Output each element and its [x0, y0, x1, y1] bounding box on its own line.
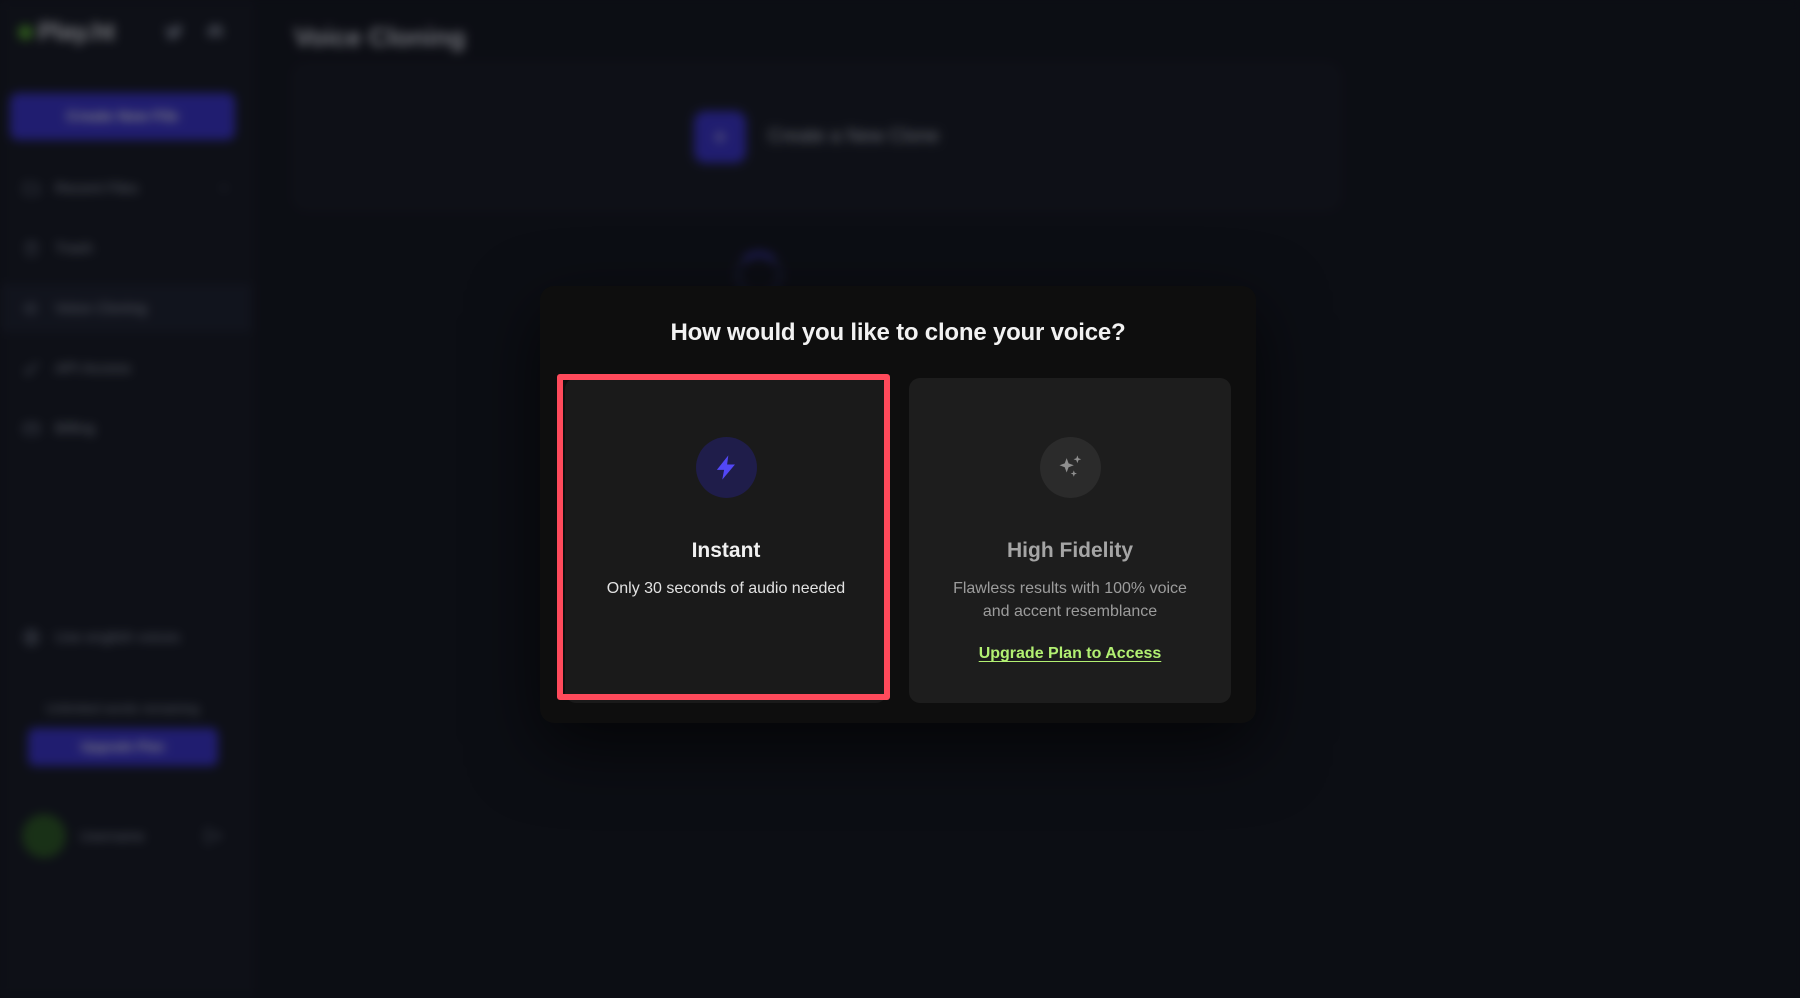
- high-fidelity-option-card[interactable]: High Fidelity Flawless results with 100%…: [909, 378, 1231, 703]
- sparkles-icon-wrap: [1039, 437, 1101, 498]
- instant-option-card[interactable]: Instant Only 30 seconds of audio needed: [565, 378, 887, 703]
- upgrade-plan-link[interactable]: Upgrade Plan to Access: [979, 645, 1162, 663]
- clone-method-modal: How would you like to clone your voice? …: [540, 286, 1256, 723]
- high-fidelity-option-description: Flawless results with 100% voice and acc…: [953, 580, 1187, 620]
- sparkles-icon: [1059, 455, 1081, 477]
- modal-options: Instant Only 30 seconds of audio needed …: [540, 378, 1256, 703]
- instant-option-title: Instant: [691, 539, 761, 562]
- app-root: Play.ht Create New File Recent File: [0, 0, 1800, 998]
- lightning-bolt-icon: [716, 455, 735, 480]
- modal-title: How would you like to clone your voice?: [670, 319, 1126, 346]
- lightning-bolt-icon-wrap: [695, 437, 757, 498]
- high-fidelity-option-title: High Fidelity: [1007, 539, 1133, 562]
- instant-option-description: Only 30 seconds of audio needed: [606, 580, 846, 597]
